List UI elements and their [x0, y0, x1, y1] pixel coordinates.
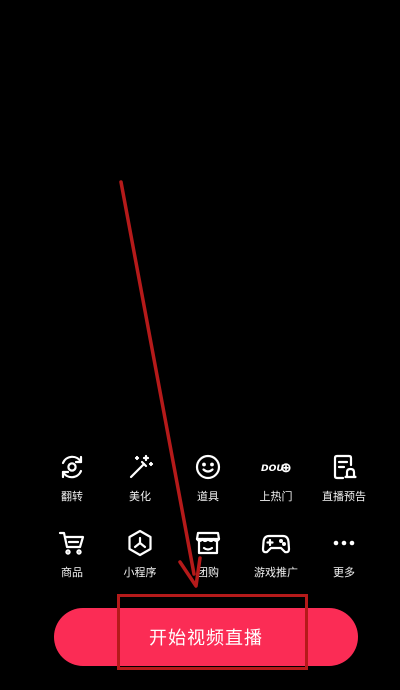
tool-more[interactable]: 更多 [310, 524, 378, 600]
tool-game-promo[interactable]: 游戏推广 [242, 524, 310, 600]
tool-label: 更多 [333, 566, 355, 579]
flip-camera-icon [55, 450, 89, 484]
tool-props[interactable]: 道具 [174, 448, 242, 524]
start-video-live-button[interactable]: 开始视频直播 [54, 608, 358, 666]
tool-group-buy[interactable]: 团购 [174, 524, 242, 600]
tool-label: 上热门 [259, 490, 293, 503]
beautify-wand-icon [123, 450, 157, 484]
start-video-live-label: 开始视频直播 [149, 628, 263, 649]
mini-program-icon [123, 526, 157, 560]
tool-label: 道具 [197, 490, 219, 503]
dou-icon-text: DOU [261, 463, 284, 474]
more-dots-icon [327, 526, 361, 560]
tool-products[interactable]: 商品 [38, 524, 106, 600]
tool-label: 游戏推广 [254, 566, 298, 579]
tool-label: 团购 [197, 566, 219, 579]
gamepad-icon [259, 526, 293, 560]
live-tools-grid: 翻转 美化 道具 DOU 上热门 直播预告 商品 小程序 团购 游戏推广 更多 [38, 448, 378, 600]
tool-label: 小程序 [123, 566, 157, 579]
tool-label: 美化 [129, 490, 151, 503]
tool-hot[interactable]: DOU 上热门 [242, 448, 310, 524]
smiley-props-icon [191, 450, 225, 484]
tool-label: 商品 [61, 566, 83, 579]
dou-plus-icon: DOU [259, 450, 293, 484]
tool-label: 直播预告 [322, 490, 366, 503]
tool-beautify[interactable]: 美化 [106, 448, 174, 524]
tool-live-preview[interactable]: 直播预告 [310, 448, 378, 524]
shopping-cart-icon [55, 526, 89, 560]
tool-label: 翻转 [61, 490, 83, 503]
tool-mini-program[interactable]: 小程序 [106, 524, 174, 600]
tool-flip[interactable]: 翻转 [38, 448, 106, 524]
group-buy-store-icon [191, 526, 225, 560]
live-preview-icon [327, 450, 361, 484]
